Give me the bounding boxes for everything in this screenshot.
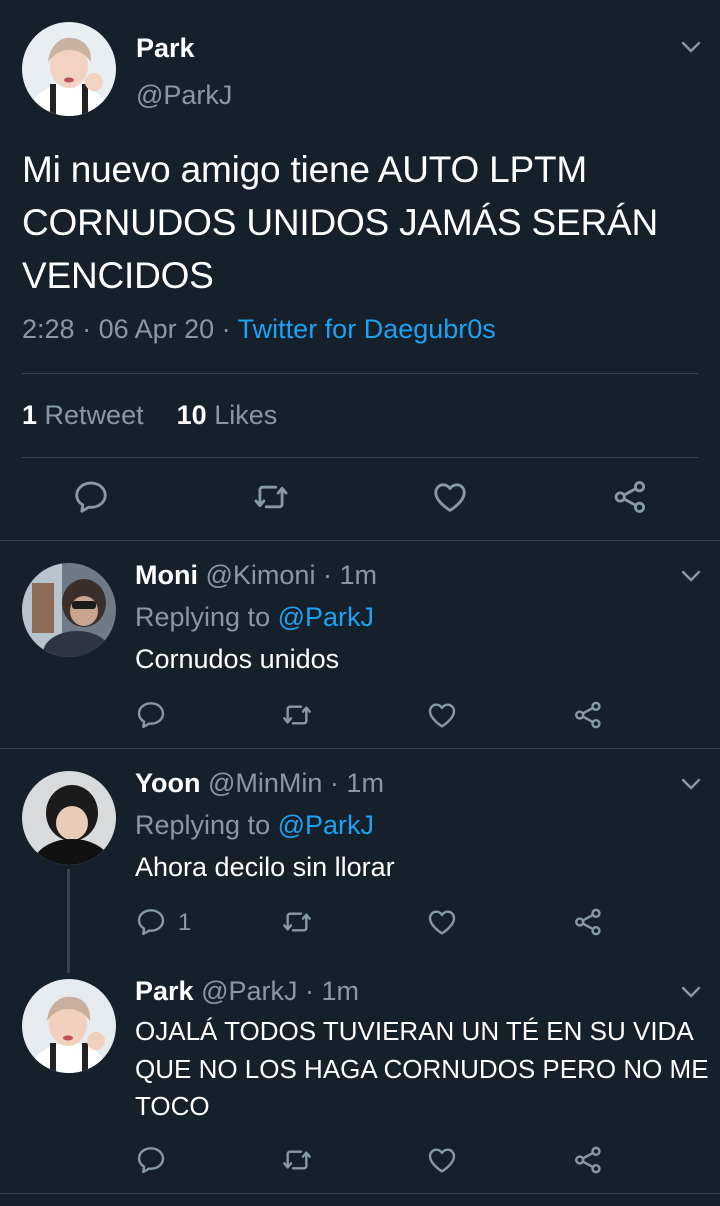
replying-to-handle[interactable]: @ParkJ	[278, 810, 374, 840]
reply-count: 1	[178, 909, 192, 936]
like-icon[interactable]	[431, 478, 469, 516]
chevron-down-icon[interactable]	[680, 985, 702, 999]
tweet-source[interactable]: Twitter for Daegubr0s	[238, 314, 496, 344]
retweet-label: Retweet	[44, 400, 144, 430]
share-icon[interactable]	[572, 906, 604, 938]
meta-separator: ·	[322, 768, 347, 798]
retweet-icon[interactable]	[252, 478, 290, 516]
thread-line	[67, 869, 70, 973]
author-handle[interactable]: @MinMin	[208, 768, 322, 798]
tweet-text: Cornudos unidos	[135, 644, 340, 674]
divider	[22, 373, 698, 374]
chevron-down-icon[interactable]	[680, 569, 702, 583]
meta-separator: ·	[315, 560, 340, 590]
divider	[0, 748, 720, 749]
share-icon[interactable]	[572, 1144, 604, 1176]
comment-icon[interactable]	[135, 699, 167, 731]
share-icon[interactable]	[611, 478, 649, 516]
tweet-meta: 2:28 · 06 Apr 20 · Twitter for Daegubr0s	[22, 314, 496, 345]
reply-header: Park @ParkJ · 1m	[135, 976, 359, 1007]
avatar[interactable]	[22, 22, 116, 116]
reply-header: Moni @Kimoni · 1m	[135, 560, 377, 591]
replying-to: Replying to @ParkJ	[135, 810, 374, 841]
author-name[interactable]: Park	[135, 976, 194, 1006]
like-icon[interactable]	[426, 699, 458, 731]
share-icon[interactable]	[572, 699, 604, 731]
retweet-icon[interactable]	[281, 906, 313, 938]
likes-label: Likes	[214, 400, 278, 430]
replying-to: Replying to @ParkJ	[135, 602, 374, 633]
author-handle[interactable]: @ParkJ	[201, 976, 297, 1006]
retweet-icon[interactable]	[281, 699, 313, 731]
reply-time: 1m	[321, 976, 360, 1006]
tweet-text: OJALÁ TODOS TUVIERAN UN TÉ EN SU VIDA QU…	[135, 1016, 709, 1121]
author-name[interactable]: Yoon	[135, 768, 200, 798]
like-icon[interactable]	[426, 906, 458, 938]
author-handle[interactable]: @Kimoni	[206, 560, 316, 590]
meta-separator: ·	[74, 314, 99, 344]
author-handle[interactable]: @ParkJ	[136, 80, 232, 111]
tweet-stats: 1 Retweet 10 Likes	[22, 400, 277, 431]
likes-stat[interactable]: 10 Likes	[177, 400, 278, 430]
author-name[interactable]: Park	[136, 33, 195, 64]
avatar[interactable]	[22, 979, 116, 1073]
replying-prefix: Replying to	[135, 810, 271, 840]
tweet-text: Ahora decilo sin llorar	[135, 852, 395, 882]
retweet-stat[interactable]: 1 Retweet	[22, 400, 144, 430]
chevron-down-icon[interactable]	[680, 40, 702, 54]
tweet-time: 2:28	[22, 314, 75, 344]
author-name[interactable]: Moni	[135, 560, 198, 590]
replying-to-handle[interactable]: @ParkJ	[278, 602, 374, 632]
reply-header: Yoon @MinMin · 1m	[135, 768, 384, 799]
retweet-count: 1	[22, 400, 38, 430]
reply-time: 1m	[346, 768, 384, 798]
comment-icon[interactable]	[135, 906, 167, 938]
meta-separator: ·	[297, 976, 322, 1006]
avatar[interactable]	[22, 771, 116, 865]
reply-time: 1m	[339, 560, 377, 590]
like-icon[interactable]	[426, 1144, 458, 1176]
comment-icon[interactable]	[135, 1144, 167, 1176]
tweet-text: Mi nuevo amigo tiene AUTO LPTM CORNUDOS …	[22, 149, 659, 296]
avatar[interactable]	[22, 563, 116, 657]
chevron-down-icon[interactable]	[680, 777, 702, 791]
replying-prefix: Replying to	[135, 602, 271, 632]
comment-icon[interactable]	[72, 478, 110, 516]
likes-count: 10	[176, 400, 207, 430]
divider	[22, 457, 698, 458]
divider	[0, 1193, 720, 1194]
tweet-date: 06 Apr 20	[98, 314, 215, 344]
meta-separator: ·	[214, 314, 238, 344]
divider	[0, 540, 720, 541]
retweet-icon[interactable]	[281, 1144, 313, 1176]
